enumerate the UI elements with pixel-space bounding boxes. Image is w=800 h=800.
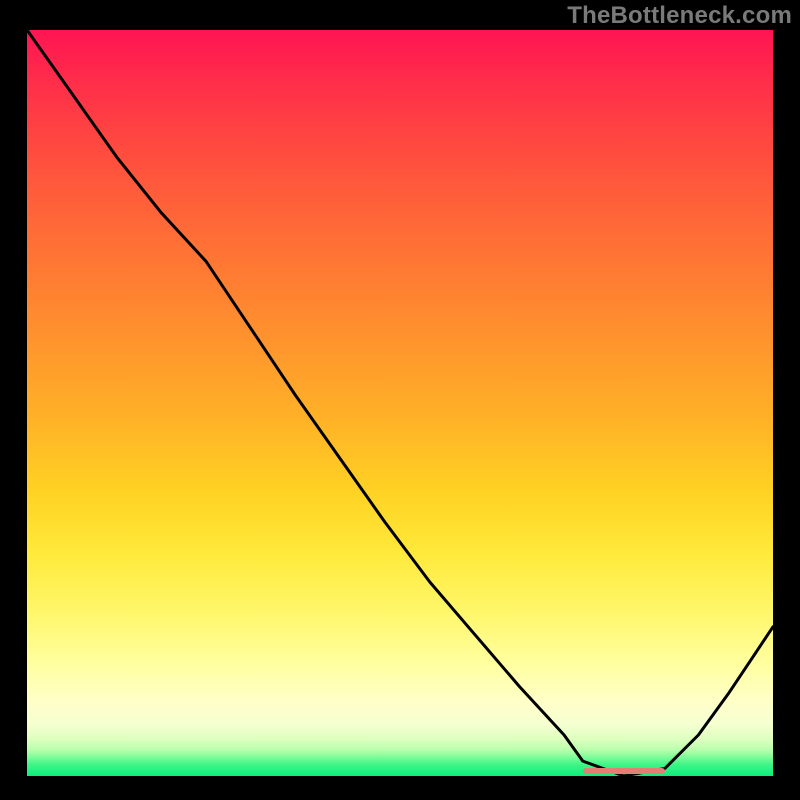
plot-area <box>27 30 773 776</box>
chart-container: TheBottleneck.com <box>0 0 800 800</box>
bottleneck-curve <box>27 30 773 776</box>
curve-path <box>27 30 773 776</box>
watermark-text: TheBottleneck.com <box>567 2 792 30</box>
minimum-marker <box>583 768 665 774</box>
